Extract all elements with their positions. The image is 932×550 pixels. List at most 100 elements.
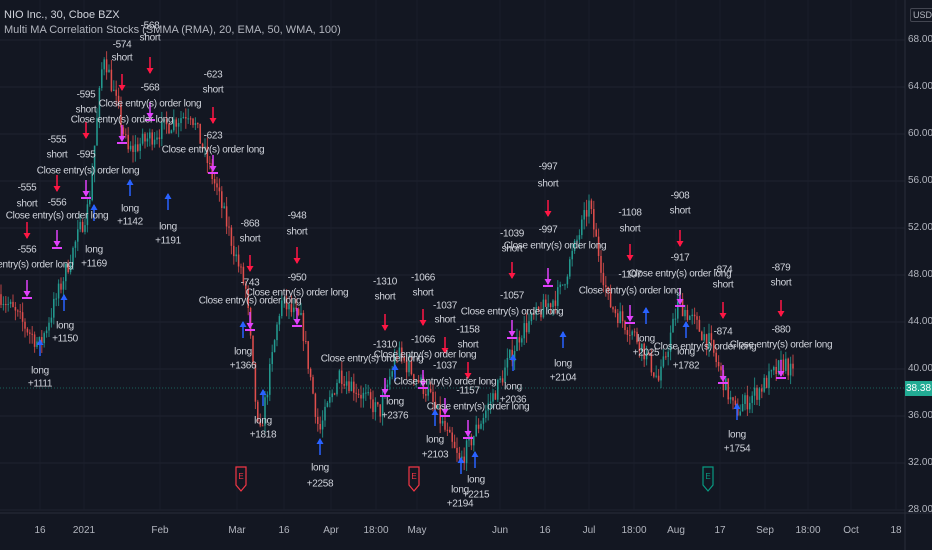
candle-body [768, 371, 770, 388]
short-arrow-icon [544, 200, 552, 217]
candle-body [449, 429, 451, 433]
close-order-label: Close entry(s) order long [729, 339, 833, 351]
profit-label: -555 [17, 182, 37, 194]
candle-body [324, 406, 326, 421]
candle-body [566, 276, 569, 285]
candle-body [225, 206, 228, 227]
candle-body [209, 162, 211, 164]
candle-body [612, 307, 614, 310]
candle-body [345, 381, 348, 386]
signal-label: long [254, 415, 272, 427]
candle-body [655, 375, 657, 377]
time-label: Feb [151, 525, 169, 536]
candle-body [177, 123, 180, 127]
indicator-title[interactable]: Multi MA Correlation Stocks (SMMA (RMA),… [4, 24, 341, 36]
candle-body [758, 388, 761, 400]
candle-body [89, 200, 91, 205]
candle-body [756, 387, 758, 400]
candle-body [693, 314, 696, 317]
candle-body [353, 381, 355, 393]
currency-label[interactable]: USD [910, 8, 932, 22]
profit-label: -556 [17, 244, 37, 256]
profit-label: -595 [76, 89, 96, 101]
candle-body [595, 229, 597, 237]
candle-body [240, 266, 242, 268]
candle-body [369, 392, 372, 400]
time-label: 18:00 [363, 525, 389, 536]
signal-label: short [111, 52, 133, 64]
candle-body [43, 333, 45, 344]
candle-body [773, 366, 775, 371]
price-label: 60.00 [908, 128, 932, 139]
candle-body [24, 321, 26, 329]
candle-body [350, 381, 353, 392]
profit-label: -1039 [499, 228, 525, 240]
candle-body [665, 356, 667, 358]
profit-label: +1142 [117, 216, 143, 228]
time-label: 17 [714, 525, 726, 536]
candle-body [729, 397, 732, 400]
candle-body [271, 352, 273, 365]
candle-body [2, 304, 5, 306]
profit-label: +2036 [499, 394, 527, 406]
candle-body [170, 130, 173, 134]
candle-body [497, 379, 499, 400]
time-label: Oct [843, 525, 859, 536]
candle-body [585, 210, 588, 217]
candle-body [192, 118, 194, 125]
signal-label: long [637, 333, 655, 345]
earnings-flag-label: E [411, 472, 417, 481]
candle-body [45, 330, 48, 334]
candle-body [317, 416, 319, 424]
signal-label: long [677, 346, 695, 358]
candle-body [273, 340, 276, 353]
signal-label: long [85, 244, 103, 256]
short-arrow-icon [626, 244, 634, 261]
candle-body [194, 123, 197, 125]
close-order-label: Close entry(s) order long [0, 259, 74, 271]
candle-body [631, 331, 633, 336]
candle-body [374, 402, 377, 413]
profit-label: -880 [771, 324, 791, 336]
close-order-label: Close entry(s) order long [70, 114, 174, 126]
time-label: Sep [756, 525, 774, 536]
candle-body [233, 245, 235, 257]
close-order-label: Close entry(s) order long [245, 287, 349, 299]
profit-label: -623 [203, 130, 223, 142]
signal-label: short [712, 279, 734, 291]
signal-label: short [457, 339, 479, 351]
candle-body [60, 283, 62, 290]
close-long-marker-icon [544, 268, 552, 285]
signal-label: long [504, 381, 522, 393]
earnings-flag-label: E [705, 472, 711, 481]
candle-body [425, 394, 427, 396]
close-long-marker-icon [508, 320, 516, 337]
profit-label: -917 [670, 252, 690, 264]
candle-body [559, 284, 561, 288]
long-arrow-icon [164, 193, 172, 210]
signal-label: short [286, 226, 308, 238]
signal-label: short [434, 314, 456, 326]
candle-body [782, 359, 785, 372]
price-label: 56.00 [908, 175, 932, 186]
signal-label: long [234, 346, 252, 358]
candle-body [300, 312, 302, 315]
candle-body [432, 391, 434, 402]
time-label: 18:00 [795, 525, 821, 536]
profit-label: -997 [538, 161, 558, 173]
candle-body [223, 206, 225, 209]
candle-body [237, 254, 240, 267]
candle-body [278, 316, 281, 325]
close-long-marker-icon [23, 280, 31, 297]
candle-body [761, 388, 763, 392]
candle-body [749, 402, 751, 410]
candle-body [360, 394, 362, 399]
candle-body [578, 235, 581, 240]
candle-body [213, 179, 216, 184]
time-label: 16 [278, 525, 290, 536]
candle-body [477, 424, 480, 429]
signal-label: short [412, 287, 434, 299]
candle-body [569, 259, 571, 277]
short-arrow-icon [246, 255, 254, 272]
candle-body [686, 310, 689, 320]
